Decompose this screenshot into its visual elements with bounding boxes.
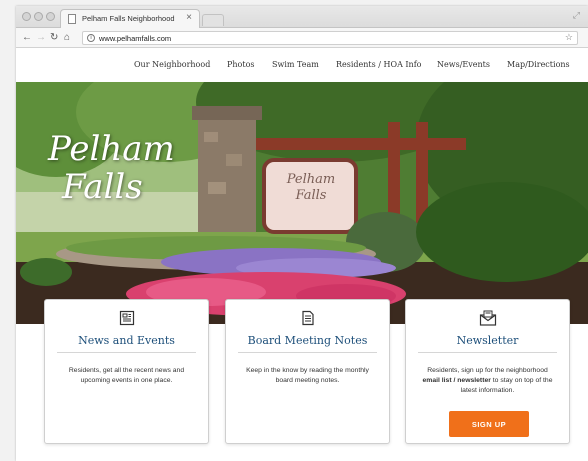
info-icon[interactable]: i	[87, 34, 95, 42]
card-description: Residents, get all the recent news and u…	[68, 367, 185, 384]
close-window-dot[interactable]	[22, 12, 31, 21]
hero-title-line2: Falls	[62, 167, 143, 207]
sign-lettering: Pelham Falls	[271, 172, 351, 204]
browser-tab[interactable]: Pelham Falls Neighborhood ×	[60, 9, 200, 28]
fullscreen-icon[interactable]: ⤢	[573, 10, 580, 21]
sign-line2: Falls	[295, 188, 327, 203]
hero-title: Pelham Falls	[48, 130, 175, 206]
nav-residents-hoa-info[interactable]: Residents / HOA Info	[336, 60, 421, 69]
nav-photos[interactable]: Photos	[227, 60, 255, 69]
card-text-bold: email list / newsletter	[422, 377, 491, 384]
envelope-icon	[406, 310, 569, 331]
card-news-and-events[interactable]: News and Events Residents, get all the r…	[44, 299, 209, 444]
address-bar[interactable]: i www.pelhamfalls.com ☆	[82, 31, 578, 45]
nav-swim-team[interactable]: Swim Team	[272, 60, 319, 69]
nav-map-directions[interactable]: Map/Directions	[507, 60, 570, 69]
reload-icon[interactable]: ↻	[50, 31, 58, 44]
address-toolbar: ← → ↻ ⌂ i www.pelhamfalls.com ☆	[16, 28, 588, 48]
card-title[interactable]: Board Meeting Notes	[226, 334, 389, 347]
card-divider	[57, 352, 196, 353]
newspaper-icon	[45, 310, 208, 331]
card-text-before: Residents, sign up for the neighborhood	[427, 367, 548, 374]
site-navigation: Our Neighborhood Photos Swim Team Reside…	[16, 49, 588, 82]
new-tab-button[interactable]	[202, 14, 224, 26]
card-description: Keep in the know by reading the monthly …	[246, 367, 369, 384]
maximize-window-dot[interactable]	[46, 12, 55, 21]
tab-close-icon[interactable]: ×	[186, 12, 192, 24]
forward-arrow-icon[interactable]: →	[36, 31, 46, 44]
card-description: Residents, sign up for the neighborhood …	[420, 366, 555, 396]
tab-strip: Pelham Falls Neighborhood × ⤢	[16, 6, 588, 28]
page-icon	[68, 14, 76, 24]
minimize-window-dot[interactable]	[34, 12, 43, 21]
sign-up-button[interactable]: SIGN UP	[449, 411, 529, 437]
back-arrow-icon[interactable]: ←	[22, 31, 32, 44]
nav-our-neighborhood[interactable]: Our Neighborhood	[134, 60, 210, 69]
hero-banner: Pelham Falls Pelham Falls	[16, 82, 588, 324]
card-newsletter[interactable]: Newsletter Residents, sign up for the ne…	[405, 299, 570, 444]
url-text: www.pelhamfalls.com	[99, 34, 172, 43]
card-title[interactable]: News and Events	[45, 334, 208, 347]
home-icon[interactable]: ⌂	[64, 31, 70, 44]
browser-window: Pelham Falls Neighborhood × ⤢ ← → ↻ ⌂ i …	[16, 6, 588, 461]
document-icon	[226, 310, 389, 331]
tab-title: Pelham Falls Neighborhood	[82, 14, 175, 23]
sign-line1: Pelham	[286, 172, 336, 187]
card-title[interactable]: Newsletter	[406, 334, 569, 347]
card-divider	[238, 352, 377, 353]
bookmark-star-icon[interactable]: ☆	[565, 32, 573, 43]
nav-news-events[interactable]: News/Events	[437, 60, 490, 69]
card-board-meeting-notes[interactable]: Board Meeting Notes Keep in the know by …	[225, 299, 390, 444]
hero-title-line1: Pelham	[48, 129, 175, 169]
card-divider	[418, 352, 557, 353]
